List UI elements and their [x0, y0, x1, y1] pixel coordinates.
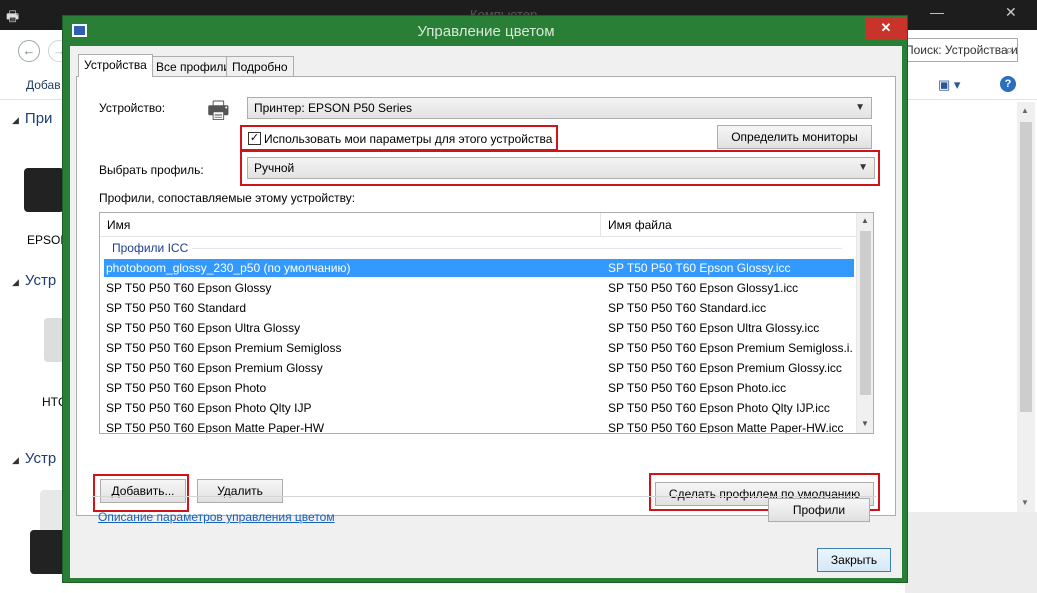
- section-unspecified[interactable]: ◢ Устр: [12, 450, 56, 467]
- list-group-icc: Профили ICC: [112, 241, 189, 255]
- column-header-file[interactable]: Имя файла: [608, 218, 672, 232]
- device-label: Устройство:: [99, 101, 166, 115]
- add-profile-button[interactable]: Добавить...: [100, 479, 186, 503]
- tab-all-profiles[interactable]: Все профили: [150, 56, 237, 76]
- list-header: Имя Имя файла: [100, 213, 857, 237]
- profile-name: SP T50 P50 T60 Epson Premium Semigloss: [106, 341, 342, 355]
- profile-file: SP T50 P50 T60 Epson Glossy.icc: [608, 261, 791, 275]
- close-icon[interactable]: ✕: [1005, 4, 1017, 21]
- list-item[interactable]: SP T50 P50 T60 Epson Premium Glossy SP T5…: [104, 359, 854, 377]
- help-link[interactable]: Описание параметров управления цветом: [98, 510, 335, 524]
- list-item[interactable]: SP T50 P50 T60 Epson Photo SP T50 P50 T60…: [104, 379, 854, 397]
- profile-name: SP T50 P50 T60 Standard: [106, 301, 247, 315]
- list-item[interactable]: SP T50 P50 T60 Epson Matte Paper-HW SP T5…: [104, 419, 854, 434]
- collapse-triangle-icon: ◢: [12, 115, 19, 125]
- profile-name: SP T50 P50 T60 Epson Photo Qlty IJP: [106, 401, 312, 415]
- profile-file: SP T50 P50 T60 Epson Photo Qlty IJP.icc: [608, 401, 830, 415]
- close-dialog-button[interactable]: Закрыть: [817, 548, 891, 572]
- select-profile-dropdown[interactable]: Ручной ▼: [247, 157, 875, 179]
- section-devices-label: Устр: [24, 272, 57, 289]
- profile-file: SP T50 P50 T60 Epson Glossy1.icc: [608, 281, 799, 295]
- background-scrollbar[interactable]: ▲ ▼: [1017, 102, 1035, 512]
- collapse-triangle-icon: ◢: [12, 455, 19, 465]
- device-select[interactable]: Принтер: EPSON P50 Series ▼: [247, 97, 872, 119]
- scrollbar-thumb[interactable]: [1020, 122, 1032, 412]
- chevron-down-icon: ▼: [855, 102, 865, 113]
- scroll-down-icon[interactable]: ▼: [1021, 498, 1029, 507]
- column-separator[interactable]: [600, 213, 601, 237]
- collapse-triangle-icon: ◢: [12, 277, 19, 287]
- identify-monitors-button[interactable]: Определить мониторы: [717, 125, 872, 149]
- profile-file: SP T50 P50 T60 Standard.icc: [608, 301, 767, 315]
- use-my-settings-checkbox[interactable]: ✓: [248, 132, 261, 145]
- device-select-value: Принтер: EPSON P50 Series: [254, 101, 413, 115]
- select-profile-label: Выбрать профиль:: [99, 163, 204, 177]
- help-icon[interactable]: ?: [1000, 76, 1016, 92]
- profile-name: SP T50 P50 T60 Epson Ultra Glossy: [106, 321, 301, 335]
- scroll-up-icon[interactable]: ▲: [861, 216, 869, 225]
- dialog-title: Управление цветом: [417, 23, 555, 40]
- phone-device-image[interactable]: [44, 318, 64, 362]
- section-devices[interactable]: ◢ Устр: [12, 272, 56, 289]
- profile-file: SP T50 P50 T60 Epson Matte Paper-HW.icc: [608, 421, 844, 434]
- printer-device-image[interactable]: [24, 168, 64, 212]
- search-text: Поиск: Устройства и принте...: [905, 43, 1018, 57]
- search-icon: ⌕: [1005, 42, 1013, 57]
- profile-name: photoboom_glossy_230_p50 (по умолчанию): [106, 261, 351, 275]
- tab-advanced[interactable]: Подробно: [226, 56, 294, 76]
- list-item[interactable]: SP T50 P50 T60 Epson Photo Qlty IJP SP T5…: [104, 399, 854, 417]
- chevron-down-icon: ▼: [858, 162, 868, 173]
- profile-file: SP T50 P50 T60 Epson Premium Glossy.icc: [608, 361, 842, 375]
- back-button[interactable]: ←: [18, 40, 40, 62]
- profiles-button[interactable]: Профили: [768, 498, 870, 522]
- background-search-input[interactable]: Поиск: Устройства и принте... ⌕: [902, 38, 1018, 62]
- list-item[interactable]: SP T50 P50 T60 Epson Glossy SP T50 P50 T6…: [104, 279, 854, 297]
- list-item[interactable]: SP T50 P50 T60 Standard SP T50 P50 T60 St…: [104, 299, 854, 317]
- add-device-button[interactable]: Добав: [26, 78, 61, 92]
- list-scrollbar-thumb[interactable]: [860, 231, 871, 395]
- profile-name: SP T50 P50 T60 Epson Matte Paper-HW: [106, 421, 325, 434]
- scroll-up-icon[interactable]: ▲: [1021, 106, 1029, 115]
- section-unspecified-label: Устр: [24, 450, 57, 467]
- scroll-down-icon[interactable]: ▼: [861, 419, 869, 428]
- profile-name: SP T50 P50 T60 Epson Premium Glossy: [106, 361, 323, 375]
- section-printers-label: При: [24, 110, 53, 127]
- dialog-close-button[interactable]: ✕: [865, 17, 907, 39]
- profile-name: SP T50 P50 T60 Epson Glossy: [106, 281, 272, 295]
- profile-name: SP T50 P50 T60 Epson Photo: [106, 381, 267, 395]
- minimize-icon[interactable]: —: [930, 4, 944, 20]
- tab-devices[interactable]: Устройства: [78, 54, 153, 77]
- list-item[interactable]: SP T50 P50 T60 Epson Premium Semigloss SP…: [104, 339, 854, 357]
- list-item[interactable]: SP T50 P50 T60 Epson Ultra Glossy SP T50 …: [104, 319, 854, 337]
- profile-file: SP T50 P50 T60 Epson Premium Semigloss.i…: [608, 341, 852, 355]
- color-management-dialog: Управление цветом ✕ Устройства Все профи…: [62, 15, 908, 583]
- devices-printers-icon: 🖶: [6, 8, 20, 24]
- use-my-settings-label: Использовать мои параметры для этого уст…: [264, 132, 553, 146]
- profiles-list[interactable]: Имя Имя файла Профили ICC photoboom_glos…: [99, 212, 874, 434]
- view-options-icon[interactable]: ▣ ▾: [938, 77, 960, 93]
- list-item[interactable]: photoboom_glossy_230_p50 (по умолчанию) S…: [104, 259, 854, 277]
- group-divider: [192, 248, 842, 249]
- list-scrollbar[interactable]: ▲ ▼: [856, 213, 873, 433]
- background-details-pane: [905, 512, 1037, 593]
- column-header-name[interactable]: Имя: [107, 218, 130, 232]
- section-printers[interactable]: ◢ При: [12, 110, 52, 127]
- divider-line: [92, 496, 876, 497]
- dialog-client-area: Устройства Все профили Подробно Устройст…: [70, 46, 902, 578]
- select-profile-value: Ручной: [254, 161, 295, 175]
- profile-file: SP T50 P50 T60 Epson Photo.icc: [608, 381, 787, 395]
- printer-icon: 🖶: [207, 97, 230, 124]
- remove-profile-button[interactable]: Удалить: [197, 479, 283, 503]
- profiles-caption: Профили, сопоставляемые этому устройству…: [99, 191, 356, 205]
- profile-file: SP T50 P50 T60 Epson Ultra Glossy.icc: [608, 321, 820, 335]
- close-icon: ✕: [880, 20, 892, 35]
